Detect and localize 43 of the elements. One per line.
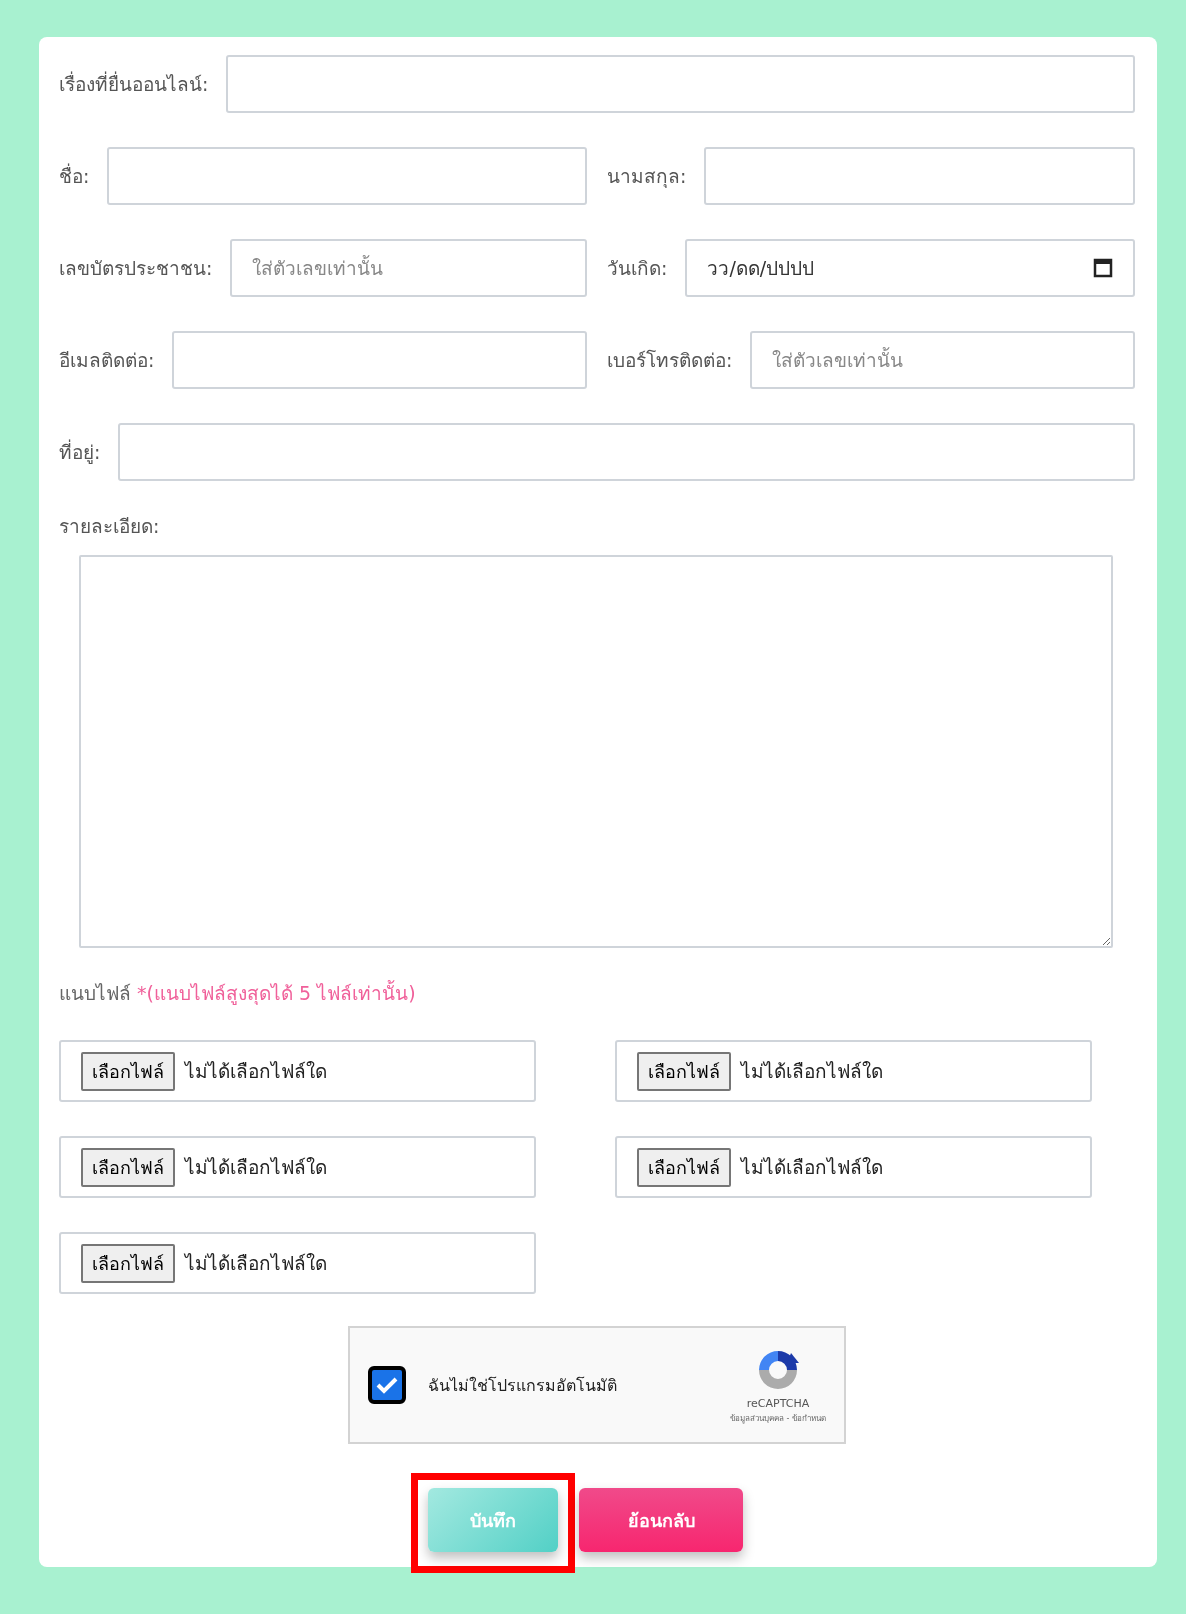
input-field[interactable]: ใส่ตัวเลขเท่านั้น (750, 331, 1135, 389)
captcha-label: ฉันไม่ใช่โปรแกรมอัตโนมัติ (428, 1374, 618, 1397)
input-field[interactable]: ใส่ตัวเลขเท่านั้น (230, 239, 587, 297)
file-status: ไม่ได้เลือกไฟล์ใด (741, 1059, 883, 1084)
field-label: ที่อยู่: (59, 438, 101, 466)
input-field[interactable] (172, 331, 587, 389)
field-label: เบอร์โทรติดต่อ: (607, 348, 733, 373)
details-textarea[interactable] (79, 555, 1113, 948)
file-status: ไม่ได้เลือกไฟล์ใด (185, 1251, 327, 1276)
file-input[interactable]: เลือกไฟล์ ไม่ได้เลือกไฟล์ใด (615, 1040, 1092, 1102)
input-field[interactable] (118, 423, 1135, 481)
choose-file-button[interactable]: เลือกไฟล์ (81, 1243, 175, 1283)
choose-file-button[interactable]: เลือกไฟล์ (81, 1147, 175, 1187)
date-text: วว/ดด/ปปปป (707, 256, 815, 281)
choose-file-button[interactable]: เลือกไฟล์ (637, 1051, 731, 1091)
field-label: นามสกุล: (607, 164, 687, 190)
file-status: ไม่ได้เลือกไฟล์ใด (741, 1155, 883, 1180)
field-label: วันเกิด: (607, 256, 668, 281)
captcha-links[interactable]: ข้อมูลส่วนบุคคล - ข้อกำหนด (730, 1412, 826, 1425)
file-input[interactable]: เลือกไฟล์ ไม่ได้เลือกไฟล์ใด (615, 1136, 1092, 1198)
back-button[interactable]: ย้อนกลับ (579, 1488, 743, 1552)
input-field[interactable] (226, 55, 1135, 113)
check-icon (376, 1376, 398, 1394)
file-input[interactable]: เลือกไฟล์ ไม่ได้เลือกไฟล์ใด (59, 1040, 536, 1102)
captcha-checkbox[interactable] (368, 1366, 406, 1404)
field-label: อีเมลติดต่อ: (59, 348, 155, 373)
attach-note: *(แนบไฟล์สูงสุดได้ 5 ไฟล์เท่านั้น) (137, 982, 416, 1004)
file-status: ไม่ได้เลือกไฟล์ใด (185, 1155, 327, 1180)
captcha-brand: reCAPTCHA (746, 1397, 810, 1410)
date-field[interactable]: วว/ดด/ปปปป (685, 239, 1135, 297)
choose-file-button[interactable]: เลือกไฟล์ (637, 1147, 731, 1187)
input-field[interactable] (107, 147, 587, 205)
field-label: รายละเอียด: (59, 514, 161, 539)
file-input[interactable]: เลือกไฟล์ ไม่ได้เลือกไฟล์ใด (59, 1136, 536, 1198)
attach-label: แนบไฟล์ (59, 982, 131, 1004)
choose-file-button[interactable]: เลือกไฟล์ (81, 1051, 175, 1091)
input-field[interactable] (704, 147, 1135, 205)
field-label: ชื่อ: (59, 162, 90, 189)
file-input[interactable]: เลือกไฟล์ ไม่ได้เลือกไฟล์ใด (59, 1232, 536, 1294)
field-label: เรื่องที่ยื่นออนไลน์: (59, 70, 209, 97)
field-label: เลขบัตรประชาชน: (59, 256, 213, 281)
file-status: ไม่ได้เลือกไฟล์ใด (185, 1059, 327, 1084)
calendar-icon[interactable] (1093, 258, 1113, 278)
